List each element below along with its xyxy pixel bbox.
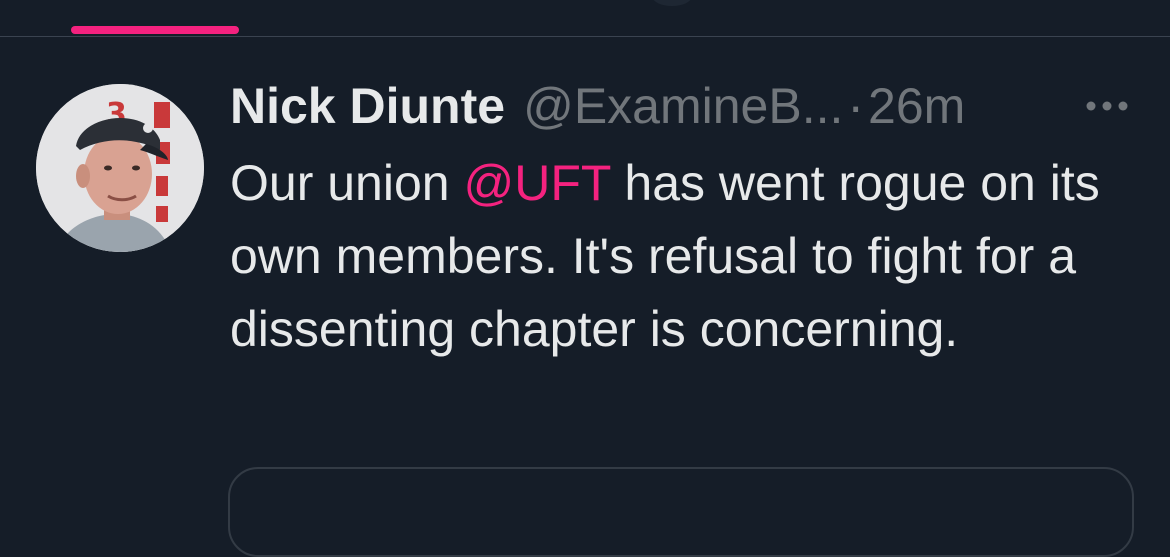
tweet[interactable]: 3 Nick Diunte @ExamineB... · 26m Our uni…	[0, 37, 1170, 557]
avatar[interactable]: 3	[36, 84, 204, 252]
tweet-header: Nick Diunte @ExamineB... · 26m	[230, 74, 965, 138]
tweet-text: Our union @UFT has went rogue on its own…	[230, 147, 1150, 366]
separator: ·	[847, 78, 865, 134]
link-card[interactable]	[228, 467, 1134, 557]
mention-link[interactable]: @UFT	[463, 155, 610, 211]
tweet-text-start: Our union	[230, 155, 464, 211]
user-handle[interactable]: @ExamineB...	[523, 74, 843, 138]
more-horizontal-icon	[1086, 101, 1128, 111]
timestamp[interactable]: 26m	[868, 74, 965, 138]
profile-photo: 3	[36, 84, 204, 252]
active-tab-indicator	[71, 26, 239, 34]
tab-bar	[0, 0, 1170, 37]
display-name[interactable]: Nick Diunte	[230, 74, 505, 138]
tab-icon[interactable]	[652, 0, 692, 6]
more-options-button[interactable]	[1083, 98, 1131, 114]
